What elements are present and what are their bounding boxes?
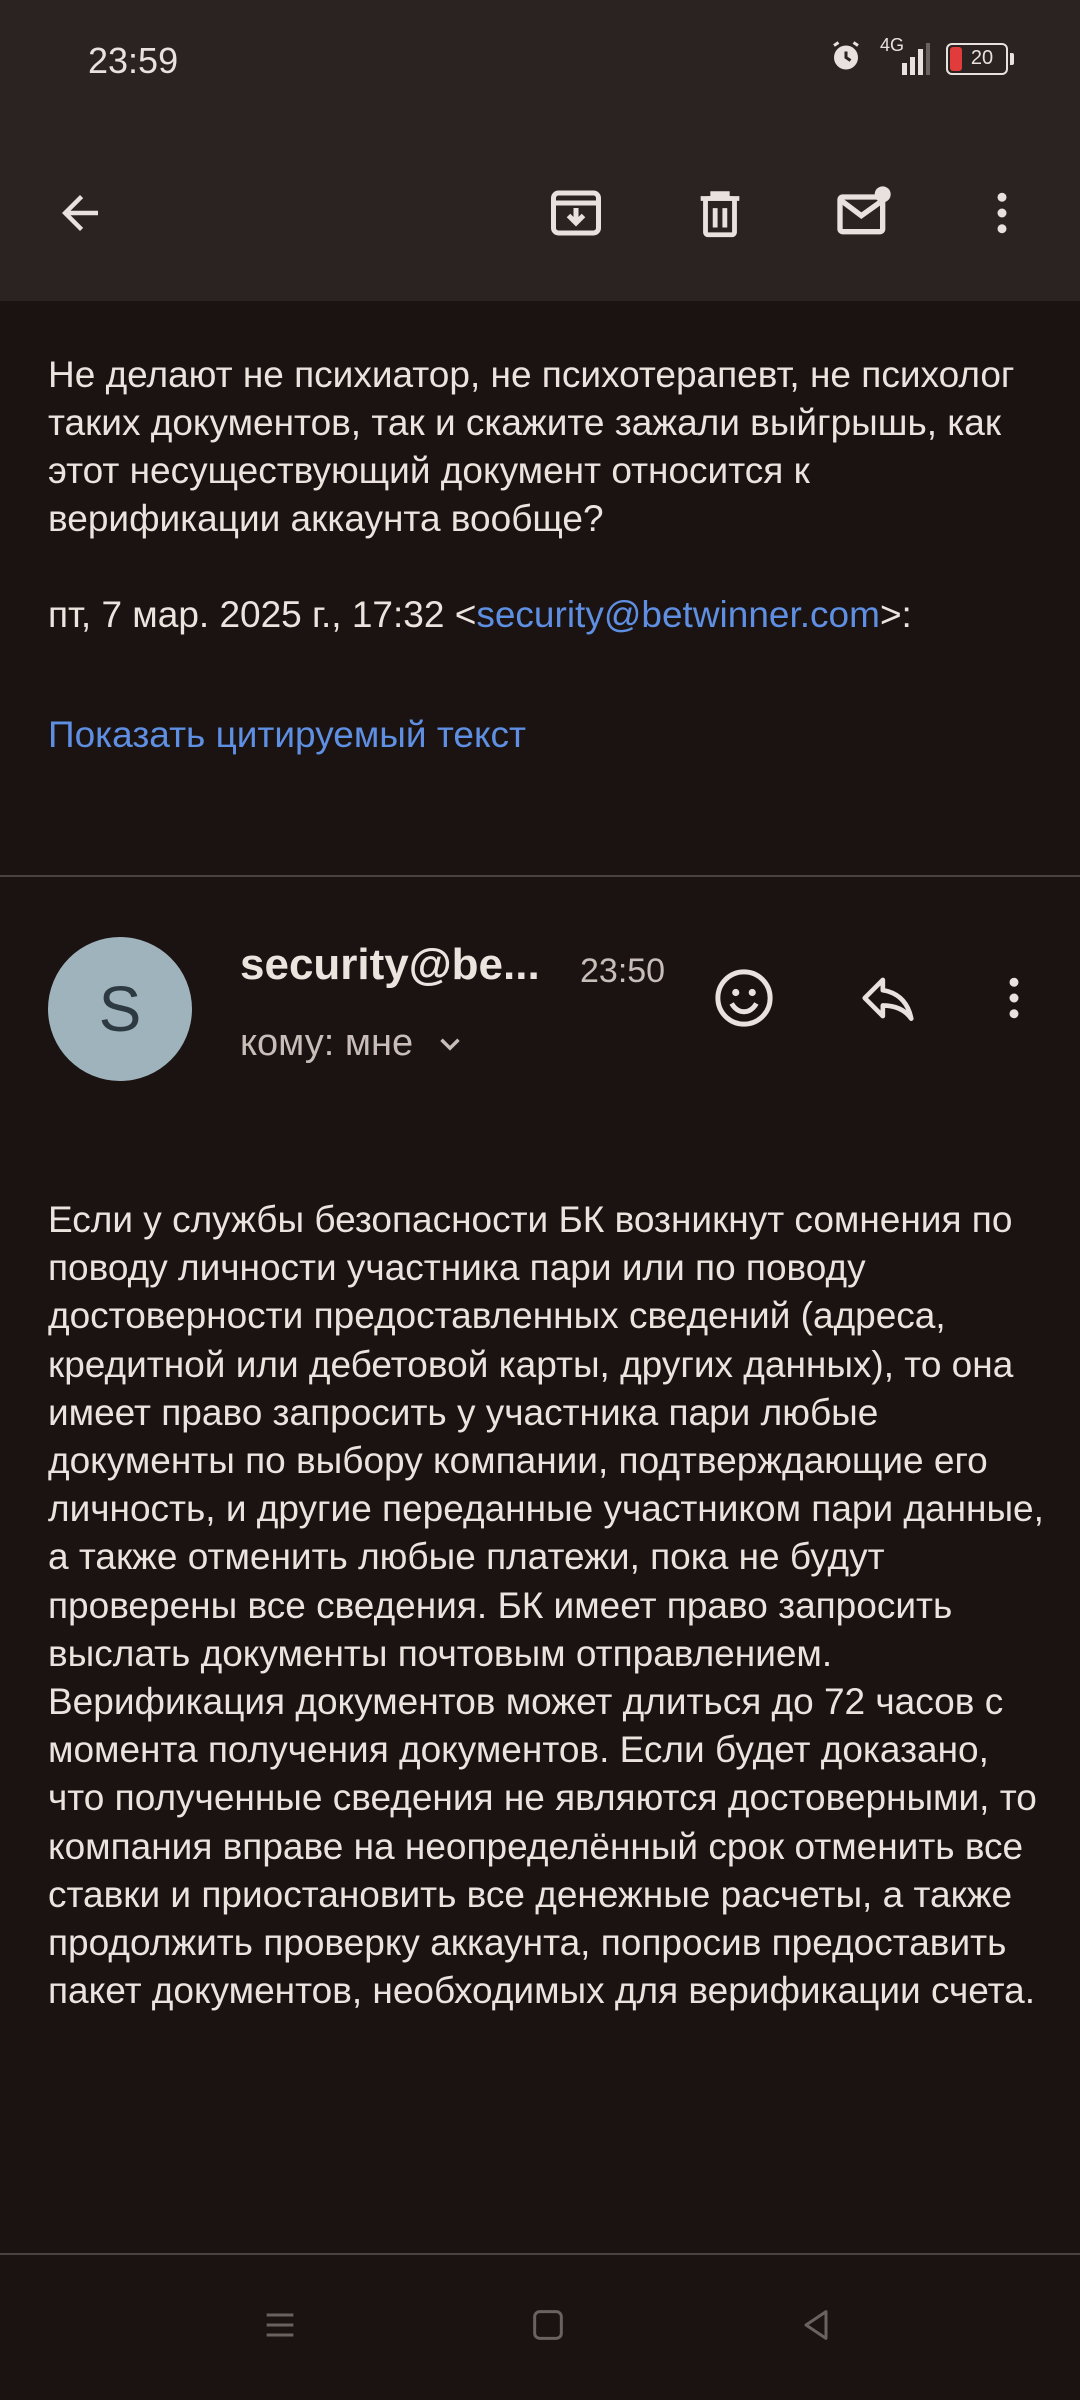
trash-icon <box>700 191 740 238</box>
message-more-button[interactable] <box>974 958 1054 1038</box>
react-emoji-button[interactable] <box>704 958 784 1038</box>
status-bar: 23:59 4G 20 <box>0 0 1080 125</box>
quote-date: пт, 7 мар. 2025 г., 17:32 < <box>48 594 477 635</box>
more-vert-icon <box>997 192 1007 234</box>
mark-unread-icon <box>837 186 891 235</box>
archive-button[interactable] <box>536 173 616 253</box>
recipient-label: кому: мне <box>240 1022 414 1064</box>
battery-level: 20 <box>970 47 994 69</box>
mark-unread-button[interactable] <box>824 173 904 253</box>
more-vert-icon <box>1009 977 1019 1019</box>
avatar[interactable]: S <box>48 937 192 1081</box>
archive-icon <box>551 190 601 236</box>
network-type-label: 4G <box>880 34 905 55</box>
system-nav-bar <box>0 2255 1080 2400</box>
home-square-icon <box>533 2310 563 2340</box>
battery-icon: 20 <box>946 42 1014 75</box>
email-toolbar <box>0 125 1080 301</box>
signal-icon: 4G <box>880 35 930 79</box>
reply-text: Не делают не психиатор, не психотерапевт… <box>48 354 1015 539</box>
message-divider <box>0 875 1080 877</box>
delete-button[interactable] <box>680 173 760 253</box>
chevron-down-icon <box>440 1038 460 1051</box>
back-triangle-icon <box>804 2310 828 2340</box>
quote-date-suffix: >: <box>879 594 912 635</box>
message-body: Если у службы безопасности БК возникнут … <box>48 1199 1044 2012</box>
message-time: 23:50 <box>580 952 666 990</box>
back-arrow-icon <box>62 195 98 231</box>
quote-header: пт, 7 мар. 2025 г., 17:32 <security@betw… <box>48 591 1048 639</box>
alarm-icon <box>828 38 864 79</box>
more-options-button[interactable] <box>962 173 1042 253</box>
recipient-toggle[interactable]: кому: мне <box>240 1022 467 1065</box>
back-button[interactable] <box>40 173 120 253</box>
avatar-letter: S <box>98 973 142 1045</box>
reply-icon <box>862 977 914 1021</box>
emoji-icon <box>715 969 773 1027</box>
menu-icon <box>266 2313 294 2337</box>
reply-button[interactable] <box>848 958 928 1038</box>
nav-menu-button[interactable] <box>250 2295 310 2355</box>
status-time: 23:59 <box>88 40 179 81</box>
nav-back-button[interactable] <box>786 2295 846 2355</box>
show-quoted-text-link[interactable]: Показать цитируемый текст <box>48 711 526 759</box>
sender-name[interactable]: security@be... <box>240 940 540 990</box>
status-icons: 4G 20 <box>828 35 1014 79</box>
quote-email-link[interactable]: security@betwinner.com <box>476 594 880 635</box>
nav-home-button[interactable] <box>518 2295 578 2355</box>
